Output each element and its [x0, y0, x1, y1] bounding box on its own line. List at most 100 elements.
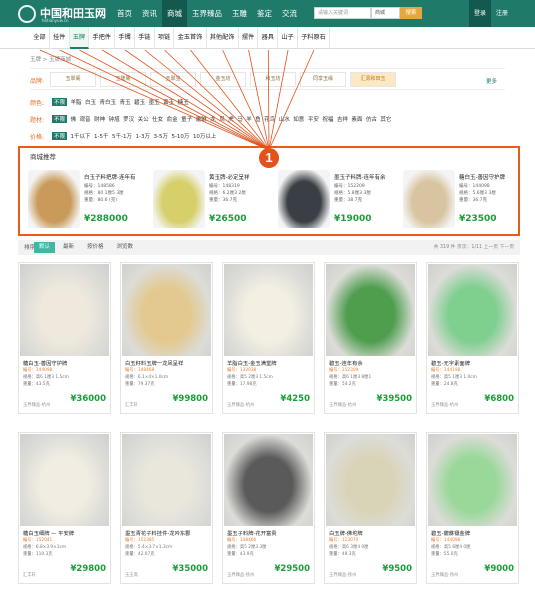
recommend-item[interactable]: 糖白玉-善因守护牌 编号：144098 规格：5.6厘3 3厘 重量：36.7克 ¥23…: [403, 170, 521, 230]
search-button[interactable]: 搜索: [400, 7, 422, 19]
pagination[interactable]: 共 319 件 页次：1/11 上一页 下一页: [434, 243, 514, 250]
login-link[interactable]: 登录: [469, 0, 492, 27]
nav-item[interactable]: 玉界臻品: [187, 0, 227, 27]
theme-option[interactable]: 素面: [351, 115, 362, 123]
product-card[interactable]: 墨玉青花子料挂件-龙吟东郡 编号：152385 规格：5.4×3.7×1.3cm 重量…: [120, 432, 213, 584]
product-image[interactable]: [20, 264, 109, 356]
product-name[interactable]: 糖白玉-善因守护牌: [23, 359, 67, 367]
price-option[interactable]: 5千-1万: [112, 132, 132, 140]
theme-option[interactable]: 财神: [94, 115, 105, 123]
theme-option[interactable]: 俞金: [167, 115, 178, 123]
recommend-item[interactable]: 白玉子料把牌-连年有 编号：148586 规格：80 1厘5 3厘 重量：80.6 (…: [28, 170, 146, 230]
color-option[interactable]: 碧玉: [134, 98, 145, 106]
theme-option[interactable]: 罗汉: [123, 115, 134, 123]
recommend-name[interactable]: 白玉子料把牌-连年有: [84, 173, 136, 181]
search-input[interactable]: 请输入关键词: [314, 7, 371, 19]
theme-option[interactable]: 仕女: [152, 115, 163, 123]
sort-option[interactable]: 浏览数: [112, 242, 139, 253]
category-tab[interactable]: 子料原石: [298, 27, 331, 49]
nav-item[interactable]: 交流: [277, 0, 302, 27]
product-image[interactable]: [20, 434, 109, 526]
theme-option[interactable]: 吉祥: [337, 115, 348, 123]
product-image[interactable]: [224, 434, 313, 526]
price-option[interactable]: 10万以上: [193, 132, 217, 140]
shop-name[interactable]: 玉界臻品-杭州: [329, 402, 356, 408]
recommend-name[interactable]: 黄玉牌-必定呈祥: [209, 173, 250, 181]
product-name[interactable]: 羊脂白玉-金玉满堂牌: [227, 359, 277, 367]
product-card[interactable]: 糖白玉细牌 — 平安牌 编号：152041 规格：6.8×3.9×1cm 重量：110…: [18, 432, 111, 584]
nav-item[interactable]: 首页: [112, 0, 137, 27]
product-image[interactable]: [224, 264, 313, 356]
brand-logo[interactable]: 金玉坊: [200, 72, 246, 87]
theme-option[interactable]: 平安: [308, 115, 319, 123]
category-tab[interactable]: 金玉首饰: [174, 27, 207, 49]
product-image[interactable]: [326, 264, 415, 356]
theme-option[interactable]: 花鸟: [264, 115, 275, 123]
product-image[interactable]: [28, 170, 80, 228]
category-tab[interactable]: 器具: [258, 27, 279, 49]
price-option[interactable]: 不限: [52, 132, 68, 140]
product-card[interactable]: 糖白玉-善因守护牌 编号：144098 规格：高6 1厘3 1.5cm 重量：43.5…: [18, 262, 111, 414]
category-tab[interactable]: 摆件: [239, 27, 259, 49]
product-image[interactable]: [326, 434, 415, 526]
shop-name[interactable]: 玉界臻品-扬州: [431, 572, 458, 578]
recommend-item[interactable]: 墨玉子料牌-连年有余 编号：152209 规格：5.8厘3 3厘 重量：38.7克 ¥1…: [278, 170, 396, 230]
color-option[interactable]: 青白玉: [100, 98, 117, 106]
product-card[interactable]: 白玉牌-佛坨牌 编号：123070 规格：高6 3厘4 0厘 重量：49.3克 ¥950…: [324, 432, 417, 584]
product-card[interactable]: 白玉籽料玉牌一龙凤呈祥 编号：148468 规格：6.1×4×1.0cm 重量：79.…: [120, 262, 213, 414]
theme-option[interactable]: 鱼: [255, 115, 261, 123]
shop-name[interactable]: 汇丰轩: [23, 572, 36, 578]
nav-item[interactable]: 玉雕: [227, 0, 252, 27]
shop-name[interactable]: 玉界臻品-扬州: [227, 572, 254, 578]
product-name[interactable]: 糖白玉细牌 — 平安牌: [23, 529, 74, 537]
brand-logo[interactable]: 玉隆阁: [100, 72, 146, 87]
price-option[interactable]: 3-5万: [153, 132, 167, 140]
color-option[interactable]: 羊脂: [71, 98, 82, 106]
theme-option[interactable]: 如意: [293, 115, 304, 123]
sort-option[interactable]: 最新: [58, 242, 79, 253]
product-image[interactable]: [278, 170, 330, 228]
theme-option[interactable]: 佛: [71, 115, 77, 123]
theme-option[interactable]: 马: [237, 115, 243, 123]
brand-logo[interactable]: 玉翠阁: [50, 72, 96, 87]
product-name[interactable]: 碧玉-连年有余: [329, 359, 363, 367]
brand-logo[interactable]: 同享玉缘: [300, 72, 346, 87]
product-name[interactable]: 墨玉青花子料挂件-龙吟东郡: [125, 529, 190, 537]
category-tab[interactable]: 其他配饰: [207, 27, 239, 49]
product-image[interactable]: [428, 264, 517, 356]
theme-option[interactable]: 观音: [80, 115, 91, 123]
shop-name[interactable]: 玉界臻品-杭州: [431, 402, 458, 408]
recommend-item[interactable]: 黄玉牌-必定呈祥 编号：148319 规格：6.2厘3 2厘 重量：36.7克 ¥265…: [153, 170, 271, 230]
more-brands-link[interactable]: 更多: [486, 77, 497, 85]
product-card[interactable]: 碧玉-无字素面牌 编号：144198 规格：高5 1厘3 1.0cm 重量：24.8克…: [426, 262, 519, 414]
nav-item[interactable]: 商城: [162, 0, 187, 27]
category-tab[interactable]: 手链: [135, 27, 155, 49]
category-tab[interactable]: 山子: [278, 27, 298, 49]
price-option[interactable]: 5-10万: [171, 132, 189, 140]
theme-option[interactable]: 童子: [181, 115, 192, 123]
theme-option[interactable]: 仿古: [366, 115, 377, 123]
brand-logo[interactable]: 玉翠宝: [150, 72, 196, 87]
sort-option[interactable]: 按价格: [82, 242, 109, 253]
product-image[interactable]: [403, 170, 455, 228]
color-option[interactable]: 黄玉: [163, 98, 174, 106]
category-tab[interactable]: 项链: [155, 27, 175, 49]
theme-option[interactable]: 貔貅: [196, 115, 207, 123]
theme-option[interactable]: 凤: [219, 115, 225, 123]
theme-option[interactable]: 龙: [210, 115, 216, 123]
register-link[interactable]: 注册: [491, 0, 513, 27]
color-option[interactable]: 白玉: [85, 98, 96, 106]
product-image[interactable]: [122, 264, 211, 356]
color-option[interactable]: 青玉: [120, 98, 131, 106]
theme-option[interactable]: 山水: [279, 115, 290, 123]
nav-item[interactable]: 鉴定: [252, 0, 277, 27]
category-tab[interactable]: 玉牌: [69, 27, 90, 49]
product-name[interactable]: 墨玉子料牌-花开富贵: [227, 529, 277, 537]
shop-name[interactable]: 玉玉斋: [125, 572, 138, 578]
product-name[interactable]: 碧玉-貔貅镶金牌: [431, 529, 470, 537]
price-option[interactable]: 1千以下: [71, 132, 91, 140]
theme-option[interactable]: 其它: [380, 115, 391, 123]
brand-logo[interactable]: 汇源和田玉: [350, 72, 396, 87]
product-card[interactable]: 碧玉-连年有余 编号：152309 规格：高6 1厘3 8厘1 重量：54.2克 ¥39…: [324, 262, 417, 414]
nav-item[interactable]: 资讯: [137, 0, 162, 27]
